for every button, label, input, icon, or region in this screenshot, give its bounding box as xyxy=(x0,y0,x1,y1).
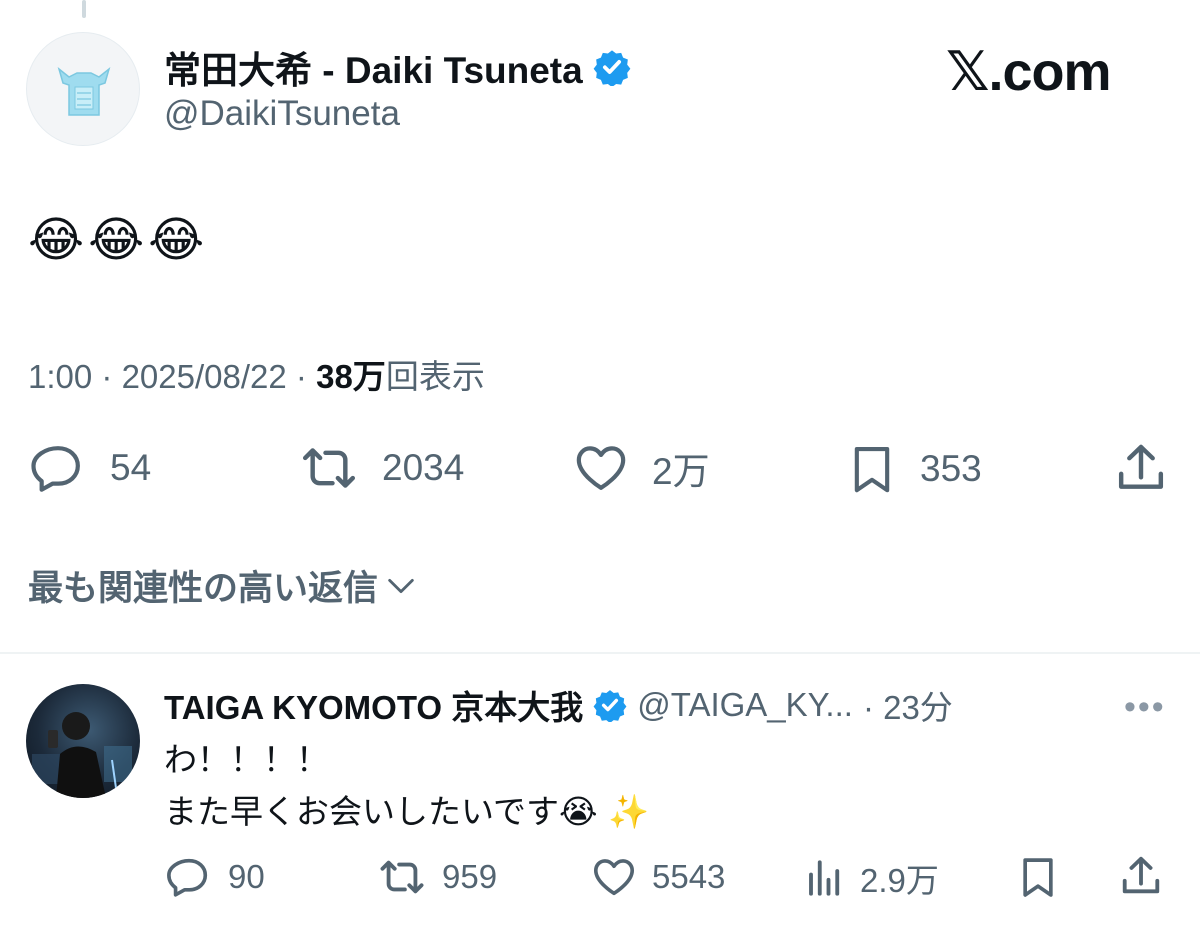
like-icon xyxy=(593,859,635,896)
reply-sort-dropdown[interactable]: 最も関連性の高い返信 xyxy=(28,560,418,611)
reply-sort-label: 最も関連性の高い返信 xyxy=(28,569,379,608)
bookmark-button[interactable]: 353 xyxy=(846,440,982,498)
avatar[interactable] xyxy=(26,32,140,146)
reply-text-emoji: 😭 ✨ xyxy=(559,792,650,831)
reply-retweet-button[interactable]: 959 xyxy=(376,854,497,900)
retweet-button[interactable]: 2034 xyxy=(298,440,464,496)
retweet-count: 2034 xyxy=(382,447,465,488)
share-button[interactable] xyxy=(1112,440,1170,496)
x-logo-icon: 𝕏 xyxy=(946,40,990,103)
reply-retweet-count: 959 xyxy=(442,858,498,895)
reply-views-button[interactable]: 2.9万 xyxy=(804,854,939,902)
reply-handle[interactable]: @TAIGA_KY... xyxy=(637,686,853,724)
bookmark-count: 353 xyxy=(920,448,982,489)
tweet-date[interactable]: 2025/08/22 xyxy=(122,358,287,395)
reply-text-line2: また早くお会いしたいです😭 ✨ xyxy=(164,786,649,838)
reply-reply-button[interactable]: 90 xyxy=(164,854,265,900)
author-name-row: 常田大希 - Daiki Tsuneta xyxy=(164,44,631,91)
reply-text-line2-text: また早くお会いしたいです xyxy=(164,793,560,830)
section-divider xyxy=(0,652,1200,654)
meta-separator: · xyxy=(295,358,307,395)
retweet-icon xyxy=(302,448,356,488)
chevron-down-icon xyxy=(388,578,414,593)
reply-text-line1: わ！！！！ xyxy=(164,741,329,778)
reply-count: 54 xyxy=(110,447,152,488)
verified-badge-icon xyxy=(593,50,631,86)
tweet-text: 😂😂😂 xyxy=(28,212,209,268)
reply-like-button[interactable]: 5543 xyxy=(590,854,725,900)
views-label: 回表示 xyxy=(385,358,485,395)
reply-button[interactable]: 54 xyxy=(28,440,151,496)
more-icon[interactable]: ••• xyxy=(1124,688,1166,727)
meta-separator: · xyxy=(101,358,113,395)
like-icon xyxy=(576,446,626,490)
bookmark-icon xyxy=(1023,858,1053,897)
share-icon xyxy=(1118,444,1164,489)
like-count: 2万 xyxy=(652,451,710,492)
brand-domain: .com xyxy=(988,42,1112,102)
thread-connector-line xyxy=(82,0,86,18)
reply-display-name[interactable]: TAIGA KYOMOTO 京本大我 xyxy=(164,681,583,729)
reply-avatar-photo xyxy=(32,712,132,798)
bookmark-icon xyxy=(854,447,890,493)
tweet-time[interactable]: 1:00 xyxy=(28,358,92,395)
reply-share-button[interactable] xyxy=(1118,852,1164,900)
x-com-logo: 𝕏.com xyxy=(946,40,1112,103)
reply-icon xyxy=(167,858,208,897)
share-icon xyxy=(1122,856,1160,894)
reply-text: わ！！！！ また早くお会いしたいです😭 ✨ xyxy=(164,734,649,838)
like-button[interactable]: 2万 xyxy=(572,440,710,496)
reply-reply-count: 90 xyxy=(228,858,265,895)
verified-badge-icon xyxy=(593,690,627,722)
retweet-icon xyxy=(380,860,424,894)
views-count: 38万 xyxy=(316,358,386,395)
reply-header: TAIGA KYOMOTO 京本大我 @TAIGA_KY... · 23分 xyxy=(164,682,953,728)
display-name[interactable]: 常田大希 - Daiki Tsuneta xyxy=(164,40,583,94)
reply-icon xyxy=(31,446,80,492)
views-icon xyxy=(809,860,840,896)
reply-time[interactable]: · 23分 xyxy=(863,681,953,729)
author-handle[interactable]: @DaikiTsuneta xyxy=(164,94,400,134)
reply-views-count: 2.9万 xyxy=(860,862,939,899)
tweet-meta: 1:00 · 2025/08/22 · 38万回表示 xyxy=(28,350,485,398)
reply-bookmark-button[interactable] xyxy=(1016,852,1060,902)
avatar-illustration xyxy=(57,66,111,116)
reply-avatar[interactable] xyxy=(26,684,140,798)
reply-like-count: 5543 xyxy=(652,858,726,895)
